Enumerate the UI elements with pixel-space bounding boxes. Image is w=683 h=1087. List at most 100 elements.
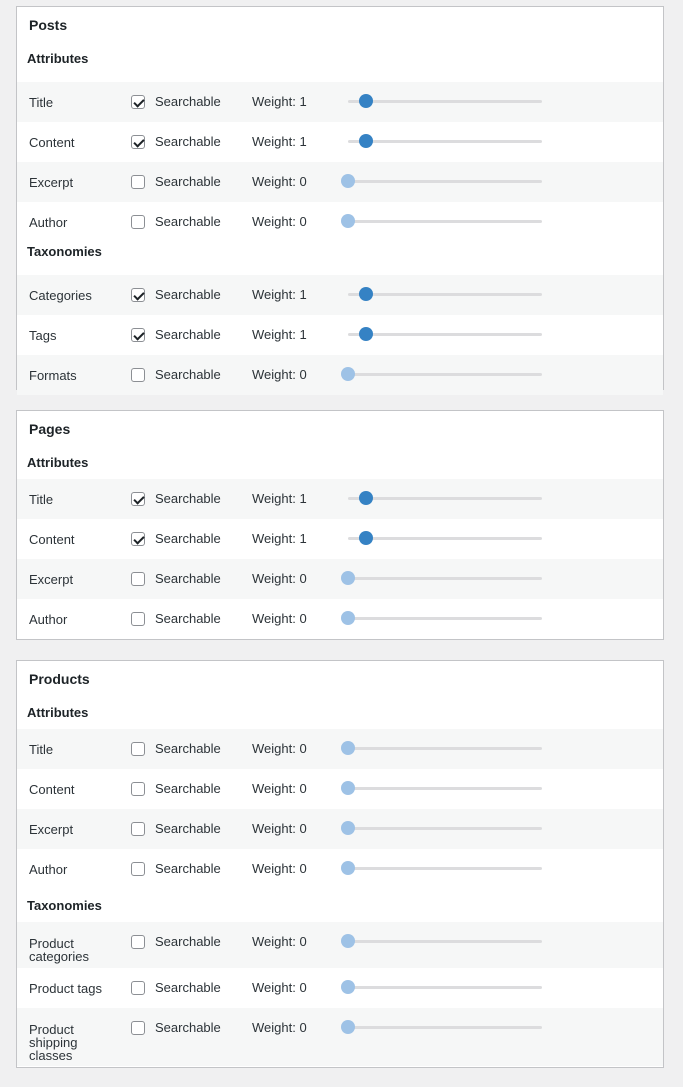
weight-slider[interactable] <box>341 174 542 188</box>
searchable-checkbox[interactable] <box>131 288 145 302</box>
weight-prefix: Weight: <box>252 214 300 229</box>
slider-thumb[interactable] <box>359 531 373 545</box>
slider-thumb[interactable] <box>341 174 355 188</box>
searchable-checkbox[interactable] <box>131 782 145 796</box>
field-label: Author <box>29 862 68 877</box>
weight-value: 1 <box>299 491 307 506</box>
panel-title: Products <box>29 671 90 687</box>
searchable-label[interactable]: Searchable <box>155 741 221 756</box>
setting-row: Content Searchable Weight: 1 <box>17 122 663 162</box>
slider-thumb[interactable] <box>341 214 355 228</box>
weight-value: 0 <box>299 611 307 626</box>
slider-thumb[interactable] <box>359 287 373 301</box>
setting-row: Content Searchable Weight: 1 <box>17 519 663 559</box>
searchable-checkbox[interactable] <box>131 822 145 836</box>
searchable-checkbox[interactable] <box>131 328 145 342</box>
searchable-label[interactable]: Searchable <box>155 367 221 382</box>
searchable-checkbox[interactable] <box>131 135 145 149</box>
slider-thumb[interactable] <box>359 134 373 148</box>
weight-slider[interactable] <box>341 611 542 625</box>
searchable-checkbox[interactable] <box>131 215 145 229</box>
weight-label: Weight: 0 <box>252 367 307 382</box>
searchable-checkbox[interactable] <box>131 368 145 382</box>
searchable-label[interactable]: Searchable <box>155 611 221 626</box>
slider-thumb[interactable] <box>341 1020 355 1034</box>
weight-slider[interactable] <box>348 134 542 148</box>
weight-slider[interactable] <box>348 531 542 545</box>
searchable-label[interactable]: Searchable <box>155 1020 221 1035</box>
searchable-label[interactable]: Searchable <box>155 531 221 546</box>
setting-row: Product shipping classes Searchable Weight… <box>17 1008 663 1066</box>
searchable-checkbox[interactable] <box>131 981 145 995</box>
weight-slider[interactable] <box>341 934 542 948</box>
weight-slider[interactable] <box>341 781 542 795</box>
weight-slider[interactable] <box>341 571 542 585</box>
weight-slider[interactable] <box>341 1020 542 1034</box>
slider-thumb[interactable] <box>359 94 373 108</box>
searchable-checkbox[interactable] <box>131 532 145 546</box>
slider-thumb[interactable] <box>341 980 355 994</box>
searchable-checkbox[interactable] <box>131 612 145 626</box>
weight-value: 0 <box>299 571 307 586</box>
weight-slider[interactable] <box>341 980 542 994</box>
searchable-checkbox[interactable] <box>131 95 145 109</box>
weight-prefix: Weight: <box>252 327 300 342</box>
searchable-label[interactable]: Searchable <box>155 94 221 109</box>
slider-thumb[interactable] <box>341 571 355 585</box>
weight-slider[interactable] <box>348 491 542 505</box>
searchable-label[interactable]: Searchable <box>155 861 221 876</box>
weight-prefix: Weight: <box>252 367 300 382</box>
field-label: Excerpt <box>29 175 74 190</box>
slider-thumb[interactable] <box>341 367 355 381</box>
searchable-checkbox[interactable] <box>131 742 145 756</box>
slider-thumb[interactable] <box>341 934 355 948</box>
searchable-checkbox[interactable] <box>131 862 145 876</box>
searchable-checkbox[interactable] <box>131 175 145 189</box>
searchable-checkbox[interactable] <box>131 1021 145 1035</box>
weight-value: 0 <box>299 214 307 229</box>
searchable-label[interactable]: Searchable <box>155 934 221 949</box>
section-heading: Attributes <box>27 51 89 66</box>
slider-thumb[interactable] <box>341 741 355 755</box>
searchable-label[interactable]: Searchable <box>155 134 221 149</box>
searchable-label[interactable]: Searchable <box>155 980 221 995</box>
searchable-label[interactable]: Searchable <box>155 174 221 189</box>
weight-label: Weight: 0 <box>252 741 307 756</box>
searchable-checkbox[interactable] <box>131 492 145 506</box>
searchable-checkbox[interactable] <box>131 935 145 949</box>
searchable-label[interactable]: Searchable <box>155 287 221 302</box>
slider-thumb[interactable] <box>359 491 373 505</box>
weight-label: Weight: 1 <box>252 287 307 302</box>
setting-row: Title Searchable Weight: 1 <box>17 82 663 122</box>
weight-slider[interactable] <box>348 94 542 108</box>
weight-slider[interactable] <box>348 327 542 341</box>
searchable-checkbox[interactable] <box>131 572 145 586</box>
slider-thumb[interactable] <box>341 611 355 625</box>
slider-thumb[interactable] <box>341 861 355 875</box>
weight-value: 0 <box>299 821 307 836</box>
weight-slider[interactable] <box>341 821 542 835</box>
slider-thumb[interactable] <box>341 821 355 835</box>
slider-thumb[interactable] <box>341 781 355 795</box>
weight-label: Weight: 1 <box>252 531 307 546</box>
weight-slider[interactable] <box>348 287 542 301</box>
section-heading: Attributes <box>27 705 89 720</box>
weight-value: 0 <box>299 980 307 995</box>
searchable-label[interactable]: Searchable <box>155 327 221 342</box>
searchable-label[interactable]: Searchable <box>155 781 221 796</box>
weight-slider[interactable] <box>341 741 542 755</box>
searchable-label[interactable]: Searchable <box>155 214 221 229</box>
searchable-label[interactable]: Searchable <box>155 571 221 586</box>
setting-row: Author Searchable Weight: 0 <box>17 599 663 639</box>
weight-slider[interactable] <box>341 367 542 381</box>
searchable-label[interactable]: Searchable <box>155 821 221 836</box>
weight-prefix: Weight: <box>252 611 300 626</box>
weight-value: 0 <box>299 367 307 382</box>
slider-thumb[interactable] <box>359 327 373 341</box>
weight-slider[interactable] <box>341 861 542 875</box>
field-label: Content <box>29 782 75 797</box>
searchable-label[interactable]: Searchable <box>155 491 221 506</box>
weight-slider[interactable] <box>341 214 542 228</box>
field-label: Content <box>29 532 75 547</box>
weight-value: 1 <box>299 134 307 149</box>
